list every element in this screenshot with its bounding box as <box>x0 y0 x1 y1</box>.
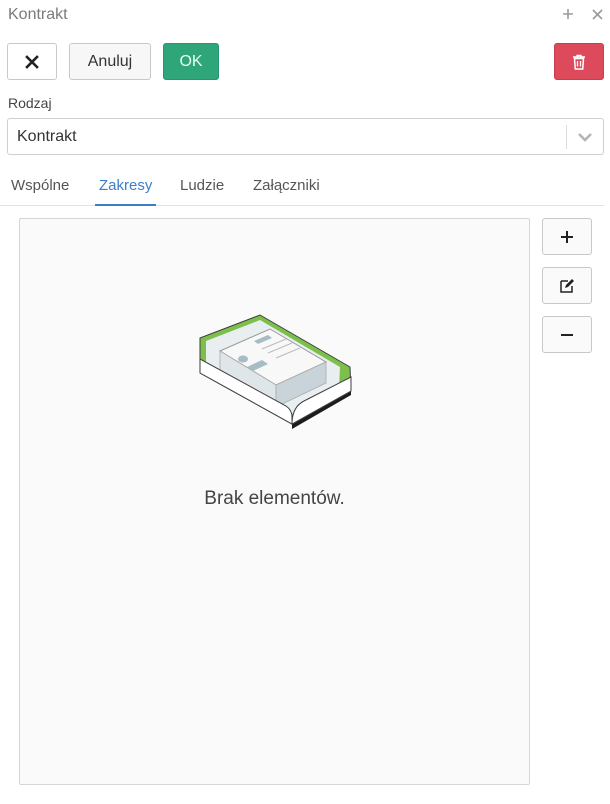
edit-button[interactable] <box>542 267 592 304</box>
minus-icon <box>561 333 573 336</box>
tab-wspolne[interactable]: Wspólne <box>11 177 69 206</box>
window-titlebar: Kontrakt <box>0 0 610 30</box>
rodzaj-label: Rodzaj <box>8 95 52 111</box>
rodzaj-select[interactable]: Kontrakt <box>7 118 604 155</box>
select-divider <box>566 125 567 149</box>
tab-zakresy[interactable]: Zakresy <box>95 177 157 206</box>
cancel-button[interactable]: Anuluj <box>69 43 151 80</box>
empty-box-illustration <box>199 314 352 429</box>
window-title: Kontrakt <box>8 6 68 23</box>
tab-bar: Wspólne Zakresy Ludzie Załączniki <box>0 170 604 206</box>
remove-button[interactable] <box>542 316 592 353</box>
rodzaj-select-value: Kontrakt <box>17 128 77 145</box>
empty-message: Brak elementów. <box>204 488 345 509</box>
delete-button[interactable] <box>554 43 604 80</box>
plus-icon[interactable] <box>558 4 578 24</box>
trash-icon <box>573 54 585 70</box>
edit-icon <box>560 278 574 293</box>
close-icon[interactable] <box>587 4 607 24</box>
chevron-down-icon <box>577 130 593 148</box>
add-button[interactable] <box>542 218 592 255</box>
x-icon <box>25 54 39 69</box>
ok-button[interactable]: OK <box>163 43 219 80</box>
ranges-list-panel: Brak elementów. <box>19 218 530 785</box>
close-button[interactable] <box>7 43 57 80</box>
tab-zalaczniki[interactable]: Załączniki <box>253 177 320 206</box>
tab-ludzie[interactable]: Ludzie <box>180 177 224 206</box>
plus-icon <box>561 230 573 243</box>
